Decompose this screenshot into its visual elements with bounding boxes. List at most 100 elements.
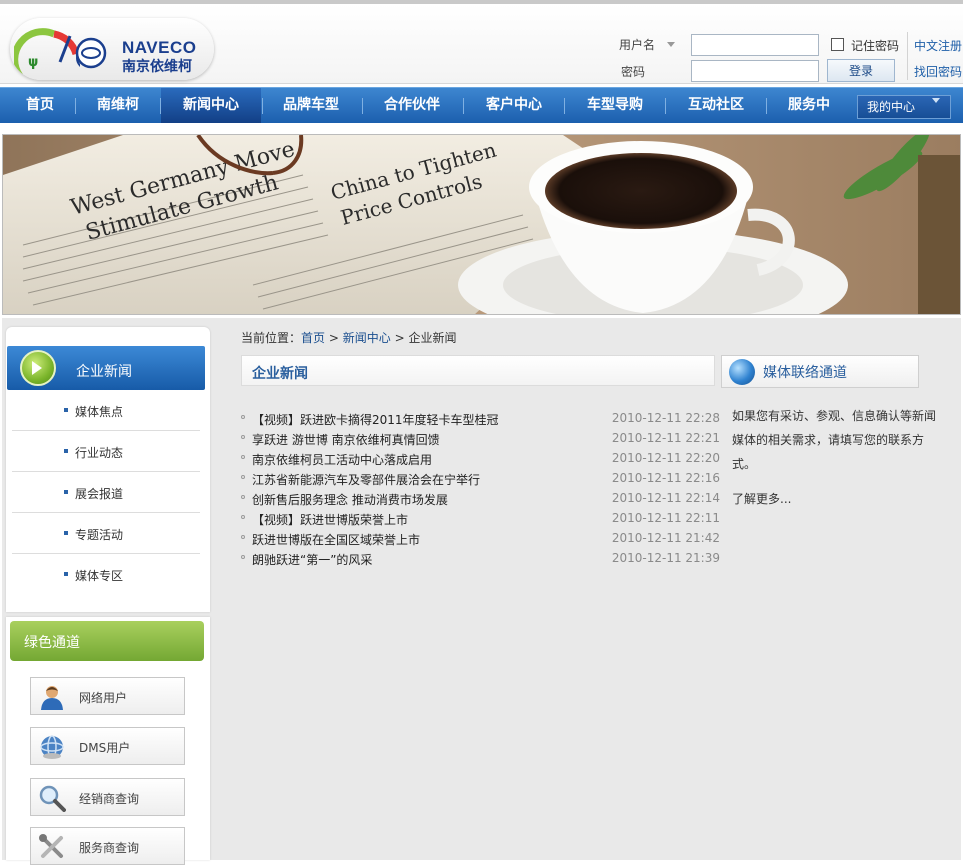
bullet-icon xyxy=(241,455,245,459)
learn-more-link[interactable]: 了解更多... xyxy=(732,490,791,507)
news-item-date: 2010-12-11 22:11 xyxy=(611,511,720,525)
news-list-item: 享跃进 游世博 南京依维柯真情回馈 2010-12-11 22:21 xyxy=(241,429,721,449)
news-list-item: 【视频】跃进世博版荣誉上市 2010-12-11 22:11 xyxy=(241,509,721,529)
news-list-item: 江苏省新能源汽车及零部件展洽会在宁举行 2010-12-11 22:16 xyxy=(241,469,721,489)
bullet-icon xyxy=(64,531,68,535)
breadcrumb-prefix: 当前位置： xyxy=(241,331,302,345)
news-list-item: 南京依维柯员工活动中心落成启用 2010-12-11 22:20 xyxy=(241,449,721,469)
bullet-icon xyxy=(241,495,245,499)
nav-item-home[interactable]: 首页 xyxy=(8,88,72,123)
breadcrumb-separator: > xyxy=(328,331,339,345)
svg-text:ψ: ψ xyxy=(28,55,38,70)
play-arrow-icon xyxy=(32,361,42,375)
logo-text-cn: 南京依维柯 xyxy=(122,59,192,75)
wrench-icon xyxy=(39,834,63,858)
password-label: 密码 xyxy=(621,65,646,79)
news-list-item: 【视频】跃进欧卡摘得2011年度轻卡车型桂冠 2010-12-11 22:28 xyxy=(241,409,721,429)
news-item-title[interactable]: 跃进世博版在全国区域荣誉上市 xyxy=(252,531,420,548)
nav-item-news-center[interactable]: 新闻中心 xyxy=(161,88,261,123)
logo-text-en: NAVECO xyxy=(122,38,197,57)
site-logo[interactable]: ψ NAVECO 南京依维柯 xyxy=(10,18,214,80)
bullet-icon xyxy=(241,515,245,519)
chevron-down-icon xyxy=(932,98,940,103)
username-input[interactable] xyxy=(691,34,819,56)
sidebar-item-label: 媒体焦点 xyxy=(75,405,124,419)
breadcrumb-separator: > xyxy=(394,331,405,345)
nav-item-naveco[interactable]: 南维柯 xyxy=(78,88,158,123)
dms-user-button[interactable]: DMS用户 xyxy=(30,727,185,765)
breadcrumb-news-center[interactable]: 新闻中心 xyxy=(343,331,391,345)
sidebar-item-label: 媒体专区 xyxy=(75,569,124,583)
news-item-title[interactable]: 享跃进 游世博 南京依维柯真情回馈 xyxy=(252,431,440,448)
site-header: ψ NAVECO 南京依维柯 用户名 密码 记住密码 登录 中文注册 找回密码 xyxy=(0,4,963,84)
news-item-title[interactable]: 南京依维柯员工活动中心落成启用 xyxy=(252,451,432,468)
sidebar-item-special-events[interactable]: 专题活动 xyxy=(12,514,200,554)
channel-label: 经销商查询 xyxy=(79,792,140,806)
bullet-icon xyxy=(64,449,68,453)
bullet-icon xyxy=(241,555,245,559)
service-provider-query-button[interactable]: 服务商查询 xyxy=(30,827,185,865)
channel-label: DMS用户 xyxy=(79,741,131,755)
sidebar-item-label: 行业动态 xyxy=(75,446,124,460)
media-contact-description: 如果您有采访、参观、信息确认等新闻媒体的相关需求，请填写您的联系方式。 xyxy=(732,409,937,471)
bullet-icon xyxy=(241,415,245,419)
dealer-query-button[interactable]: 经销商查询 xyxy=(30,778,185,816)
news-item-date: 2010-12-11 22:16 xyxy=(611,471,720,485)
news-item-date: 2010-12-11 22:20 xyxy=(611,451,720,465)
my-center-label: 我的中心 xyxy=(867,100,916,114)
sidebar-item-industry[interactable]: 行业动态 xyxy=(12,432,200,472)
breadcrumb-home[interactable]: 首页 xyxy=(301,331,325,345)
nav-item-community[interactable]: 互动社区 xyxy=(666,88,766,123)
register-link[interactable]: 中文注册 xyxy=(914,37,962,54)
bullet-icon xyxy=(241,535,245,539)
news-item-date: 2010-12-11 21:39 xyxy=(611,551,720,565)
nav-item-customer-center[interactable]: 客户中心 xyxy=(464,88,564,123)
online-user-button[interactable]: 网络用户 xyxy=(30,677,185,715)
sidebar-item-label: 专题活动 xyxy=(75,528,124,542)
news-item-title[interactable]: 江苏省新能源汽车及零部件展洽会在宁举行 xyxy=(252,471,480,488)
remember-password-checkbox[interactable] xyxy=(831,38,844,51)
remember-password-label: 记住密码 xyxy=(851,39,900,53)
news-item-title[interactable]: 【视频】跃进欧卡摘得2011年度轻卡车型桂冠 xyxy=(252,411,499,428)
bullet-icon xyxy=(241,475,245,479)
sidebar-item-media-focus[interactable]: 媒体焦点 xyxy=(12,391,200,431)
header-divider xyxy=(907,32,908,80)
breadcrumb: 当前位置：首页 > 新闻中心 > 企业新闻 xyxy=(241,329,457,346)
news-item-title[interactable]: 朗驰跃进“第一”的风采 xyxy=(252,551,372,568)
recover-password-link[interactable]: 找回密码 xyxy=(914,63,962,80)
bullet-icon xyxy=(64,572,68,576)
sidebar-item-media-zone[interactable]: 媒体专区 xyxy=(12,555,200,595)
news-section-title: 企业新闻 xyxy=(252,366,308,382)
news-list-item: 跃进世博版在全国区域荣誉上市 2010-12-11 21:42 xyxy=(241,529,721,549)
sidebar-title: 企业新闻 xyxy=(76,364,132,380)
news-item-date: 2010-12-11 22:28 xyxy=(611,411,720,425)
bullet-icon xyxy=(241,435,245,439)
sidebar-item-exhibition[interactable]: 展会报道 xyxy=(12,473,200,513)
nav-divider xyxy=(75,98,76,114)
news-item-title[interactable]: 【视频】跃进世博版荣誉上市 xyxy=(252,511,408,528)
newspaper-coffee-illustration: West Germany Move Stimulate Growth China… xyxy=(3,135,960,314)
magnifier-icon xyxy=(39,785,66,812)
news-section-header xyxy=(241,355,715,386)
media-contact-title: 媒体联络通道 xyxy=(763,365,847,381)
user-icon xyxy=(41,686,63,710)
nav-item-brand-models[interactable]: 品牌车型 xyxy=(263,88,359,123)
nav-item-service[interactable]: 服务中 xyxy=(767,88,851,123)
hero-banner: West Germany Move Stimulate Growth China… xyxy=(2,134,961,315)
news-list-item: 朗驰跃进“第一”的风采 2010-12-11 21:39 xyxy=(241,549,721,569)
news-list-item: 创新售后服务理念 推动消费市场发展 2010-12-11 22:14 xyxy=(241,489,721,509)
password-input[interactable] xyxy=(691,60,819,82)
channel-label: 网络用户 xyxy=(79,691,128,705)
news-item-date: 2010-12-11 22:21 xyxy=(611,431,720,445)
green-channel-title: 绿色通道 xyxy=(24,635,80,651)
bullet-icon xyxy=(64,490,68,494)
globe-icon xyxy=(40,735,64,759)
login-button[interactable]: 登录 xyxy=(827,59,895,82)
main-nav: 首页 南维柯 新闻中心 品牌车型 合作伙伴 客户中心 车型导购 互动社区 服务中… xyxy=(0,87,963,123)
news-item-title[interactable]: 创新售后服务理念 推动消费市场发展 xyxy=(252,491,448,508)
nav-item-model-guide[interactable]: 车型导购 xyxy=(565,88,665,123)
username-dropdown-icon[interactable] xyxy=(667,42,675,47)
nav-item-partners[interactable]: 合作伙伴 xyxy=(363,88,461,123)
globe-icon xyxy=(729,359,755,385)
channel-label: 服务商查询 xyxy=(79,841,140,855)
